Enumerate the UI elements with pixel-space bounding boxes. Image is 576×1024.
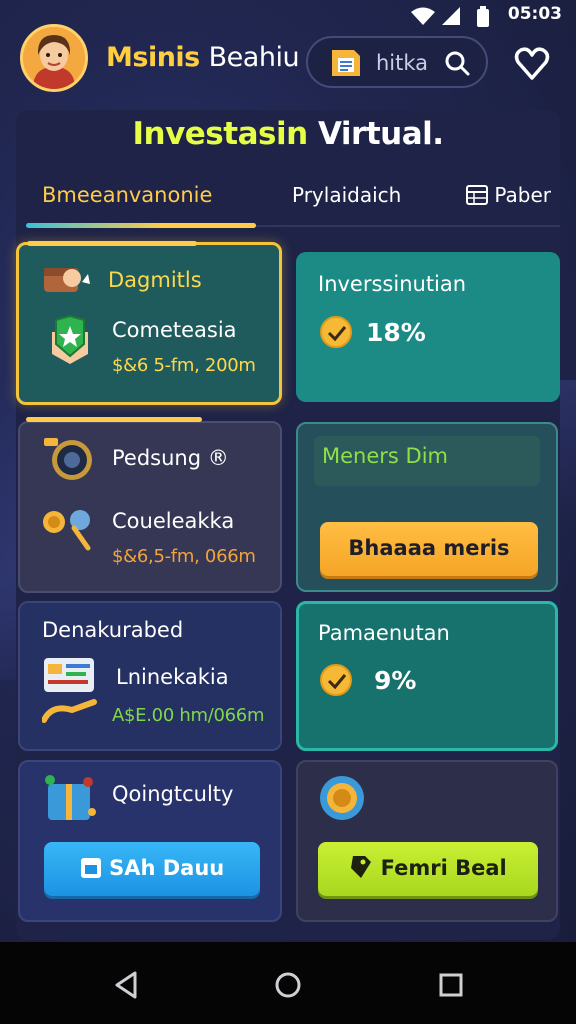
active-tab-indicator — [26, 223, 256, 228]
tag-icon — [351, 856, 372, 878]
sah-dauu-button[interactable]: SAh Dauu — [44, 842, 260, 896]
card-title: Dagmitls — [108, 268, 202, 292]
gift-box-icon — [45, 775, 96, 820]
home-icon[interactable] — [274, 970, 302, 1000]
bhaaaa-meris-button[interactable]: Bhaaaa meris — [320, 522, 538, 576]
back-icon[interactable] — [113, 970, 139, 1000]
camera-lens-icon — [44, 438, 92, 480]
card-percent: 18% — [366, 318, 426, 347]
card-title: Meners Dim — [322, 444, 448, 468]
sah-dauu-button-label: SAh Dauu — [109, 856, 225, 880]
card-title: Denakurabed — [42, 618, 184, 642]
shield-star-icon — [52, 314, 88, 364]
recent-apps-icon[interactable] — [439, 973, 463, 997]
search-icon[interactable] — [444, 50, 470, 76]
card-title: Pedsung ® — [112, 446, 229, 470]
card-subtitle: Lninekakia — [116, 665, 229, 689]
document-badge-icon — [332, 50, 360, 76]
card-title: Qoingtculty — [112, 782, 234, 806]
femri-beal-button[interactable]: Femri Beal — [318, 842, 538, 896]
page-title: Investasin Virtual. — [132, 116, 444, 152]
card-title: Inverssinutian — [318, 272, 467, 296]
search-input[interactable]: hitka — [376, 51, 428, 75]
tab-bmeeanvanonie[interactable]: Bmeeanvanonie — [42, 178, 212, 218]
card-subtitle: Coueleakka — [112, 509, 235, 533]
calendar-icon — [80, 858, 101, 878]
card-progress-bar — [26, 417, 202, 422]
card-amount: A$E.00 hm/066m — [112, 705, 265, 726]
card-subtitle: Cometeasia — [112, 318, 237, 342]
tab-divider — [256, 225, 560, 227]
tab-prylaidaich[interactable]: Prylaidaich — [292, 178, 401, 218]
card-title: Pamaenutan — [318, 621, 450, 645]
tab-paber[interactable]: Paber — [466, 178, 551, 218]
table-icon — [466, 185, 488, 205]
sun-coin-icon — [320, 776, 364, 820]
treasure-chest-icon — [44, 268, 90, 292]
app-name: Msinis Beahiu — [106, 42, 300, 73]
favorites-icon[interactable] — [512, 44, 552, 84]
tab-paber-label: Paber — [494, 183, 551, 207]
card-progress-bar — [27, 241, 197, 246]
search-bar[interactable]: hitka — [306, 36, 488, 88]
avatar-image — [23, 27, 85, 89]
avatar[interactable] — [20, 24, 88, 92]
app-header: Msinis Beahiu hitka — [0, 22, 576, 102]
check-icon — [320, 664, 352, 696]
card-amount: $&6 5-fm, 200m — [112, 355, 256, 376]
coin-key-icon — [43, 510, 91, 551]
femri-beal-button-label: Femri Beal — [380, 856, 507, 880]
status-time: 05:03 — [507, 4, 562, 24]
wallet-cards-icon — [42, 658, 97, 723]
card-amount: $&6,5-fm, 066m — [112, 546, 256, 567]
check-icon — [320, 316, 352, 348]
card-percent: 9% — [374, 666, 417, 695]
